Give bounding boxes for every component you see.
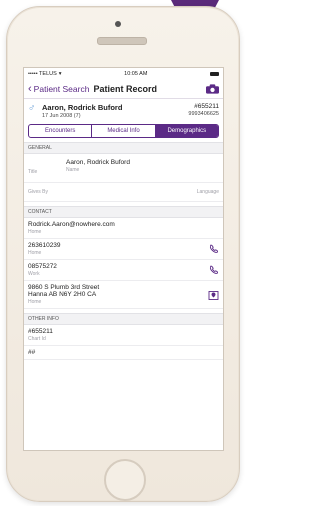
status-bar: ••••• TELUS ▾ 10:05 AM <box>24 68 223 80</box>
chart-id-value: #655211 <box>28 328 53 335</box>
carrier-label: ••••• TELUS <box>28 71 57 77</box>
male-gender-icon: ♂ <box>28 103 36 114</box>
address-value: 9860 S Plumb 3rd Street Hanna AB N6Y 2H0… <box>28 284 100 298</box>
contact-address-row[interactable]: 9860 S Plumb 3rd Street Hanna AB N6Y 2H0… <box>24 281 223 309</box>
phone-frame: ••••• TELUS ▾ 10:05 AM ‹ Patient Search … <box>6 6 240 502</box>
chart-id-row[interactable]: #655211 Chart Id <box>24 325 223 346</box>
camera-icon[interactable] <box>206 84 219 94</box>
contact-home-phone-row[interactable]: 263610239 Home <box>24 239 223 260</box>
home-phone-label: Home <box>28 250 42 256</box>
section-general-header: GENERAL <box>24 142 223 154</box>
navigation-bar: ‹ Patient Search Patient Record <box>24 80 223 99</box>
home-button[interactable] <box>104 459 146 501</box>
page-title: Patient Record <box>93 84 157 94</box>
chevron-left-icon: ‹ <box>28 83 32 95</box>
section-contact-header: CONTACT <box>24 206 223 218</box>
address-label: Home <box>28 299 42 305</box>
patient-header: ♂ Aaron, Rodrick Buford 17 Jun 2008 (7) … <box>24 99 223 122</box>
wifi-icon: ▾ <box>58 71 62 77</box>
back-label: Patient Search <box>33 84 90 94</box>
phone-screen: ••••• TELUS ▾ 10:05 AM ‹ Patient Search … <box>23 67 224 451</box>
patient-name: Aaron, Rodrick Buford <box>42 103 123 112</box>
tab-encounters[interactable]: Encounters <box>29 125 91 137</box>
contact-email-row[interactable]: Rodrick.Aaron@nowhere.com Home <box>24 218 223 239</box>
email-label: Home <box>28 229 42 235</box>
partial-value: ## <box>28 349 36 356</box>
contact-work-phone-row[interactable]: 08575272 Work <box>24 260 223 281</box>
tab-demographics[interactable]: Demographics <box>154 125 218 137</box>
home-phone-value: 263610239 <box>28 242 61 249</box>
front-camera <box>115 21 121 27</box>
battery-icon <box>210 72 219 76</box>
map-icon[interactable] <box>208 289 219 300</box>
record-tabs: Encounters Medical Info Demographics <box>28 124 219 138</box>
gives-by-row[interactable]: Gives By Language <box>24 183 223 202</box>
back-button[interactable]: ‹ Patient Search <box>28 83 90 95</box>
language-label: Language <box>196 189 219 195</box>
patient-dob: 17 Jun 2008 (7) <box>42 113 81 119</box>
phone-icon[interactable] <box>209 265 219 275</box>
earpiece-speaker <box>97 37 147 45</box>
email-value: Rodrick.Aaron@nowhere.com <box>28 221 115 228</box>
patient-phone-id: 9993406625 <box>188 111 219 117</box>
title-label: Title <box>28 169 38 175</box>
patient-id: #655211 <box>194 103 219 110</box>
work-phone-label: Work <box>28 271 40 277</box>
name-label: Name <box>66 167 80 173</box>
gives-by-label: Gives By <box>28 189 49 195</box>
name-value: Aaron, Rodrick Buford <box>66 159 130 166</box>
carrier-info: ••••• TELUS ▾ <box>28 71 62 77</box>
tab-medical-info[interactable]: Medical Info <box>91 125 154 137</box>
partial-row[interactable]: ## <box>24 346 223 360</box>
section-other-info-header: OTHER INFO <box>24 313 223 325</box>
phone-icon[interactable] <box>209 244 219 254</box>
work-phone-value: 08575272 <box>28 263 57 270</box>
name-field-row[interactable]: Title Aaron, Rodrick Buford Name <box>24 154 223 183</box>
clock: 10:05 AM <box>124 71 148 77</box>
chart-id-label: Chart Id <box>28 336 46 342</box>
